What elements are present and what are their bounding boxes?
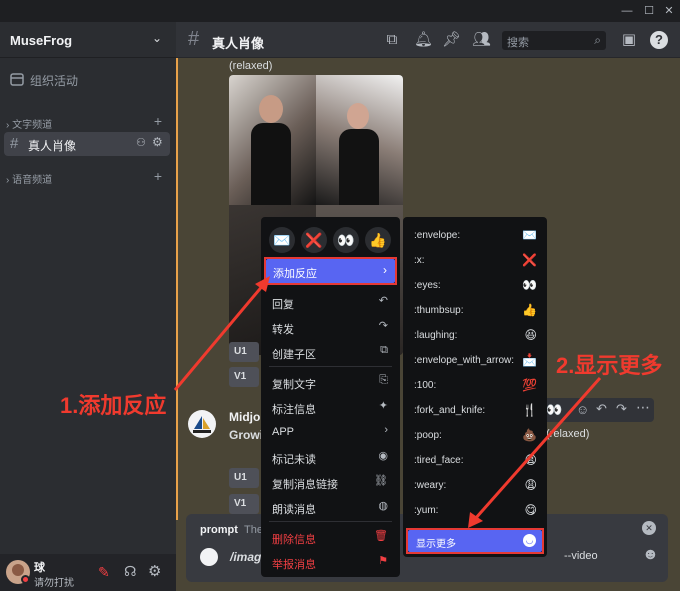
arrow-to-show-more [473,377,602,520]
arrow-to-add-reaction [173,283,266,391]
annotation-step2: 2.显示更多 [556,353,663,378]
annotation-arrows [173,276,602,528]
annotation-step1: 1.添加反应 [60,393,167,418]
arrowhead-1 [255,276,270,292]
